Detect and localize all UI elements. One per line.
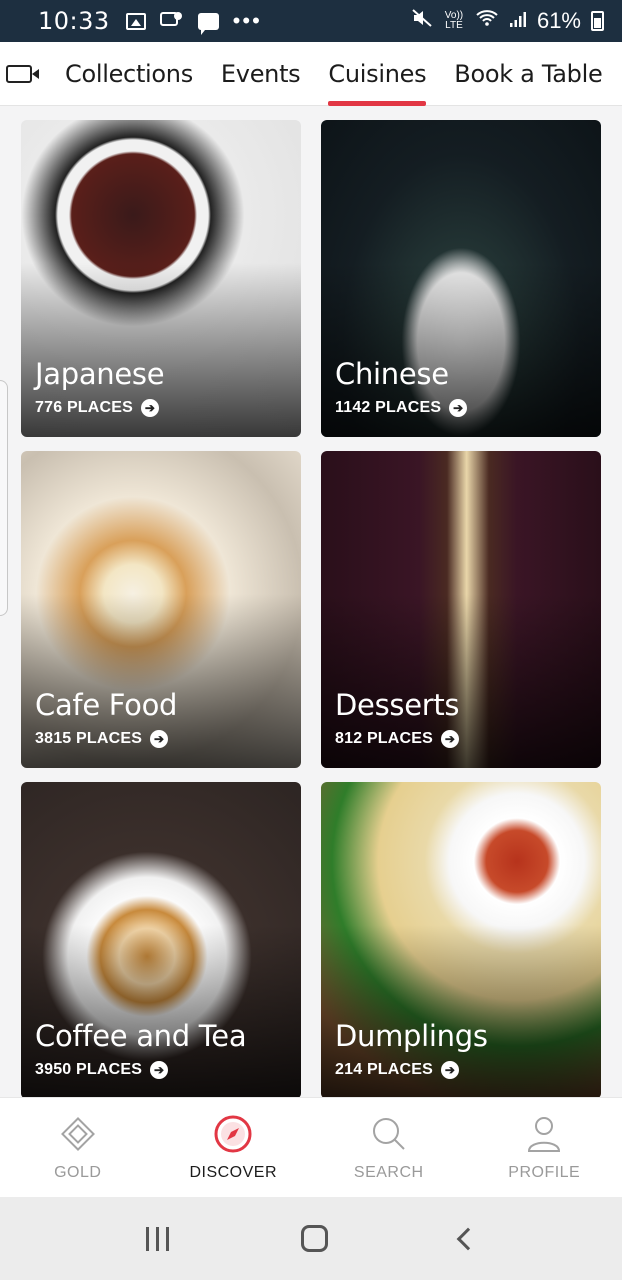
nav-discover[interactable]: DISCOVER — [156, 1098, 312, 1197]
places-count: 1142 PLACES ➔ — [335, 399, 468, 417]
status-time: 10:33 — [38, 7, 110, 35]
mute-icon — [411, 8, 433, 34]
places-label: 812 PLACES — [335, 730, 434, 747]
places-count: 214 PLACES ➔ — [335, 1061, 460, 1079]
cuisine-title: Dumplings — [335, 1019, 488, 1053]
system-nav-bar — [0, 1197, 622, 1280]
gold-icon — [58, 1114, 98, 1154]
cuisine-title: Coffee and Tea — [35, 1019, 247, 1053]
compass-icon — [213, 1114, 253, 1154]
volte-label: Vo)) LTE — [444, 10, 464, 31]
cuisine-card-cafe-food[interactable]: Cafe Food 3815 PLACES ➔ — [21, 451, 301, 768]
arrow-right-icon: ➔ — [441, 1061, 460, 1079]
home-icon[interactable] — [301, 1225, 328, 1252]
message-icon — [197, 12, 219, 35]
places-label: 214 PLACES — [335, 1061, 434, 1078]
screen: 10:33 ••• Vo)) LTE 61% Collections Event… — [0, 0, 622, 1280]
battery-icon — [591, 11, 604, 31]
tab-cuisines[interactable]: Cuisines — [314, 42, 440, 106]
tab-collections[interactable]: Collections — [38, 42, 207, 106]
tab-events[interactable]: Events — [207, 42, 314, 106]
places-label: 776 PLACES — [35, 399, 134, 416]
arrow-right-icon: ➔ — [150, 730, 169, 748]
recents-icon[interactable] — [146, 1226, 169, 1251]
bottom-nav: GOLD DISCOVER SEARCH PROFILE — [0, 1097, 622, 1197]
arrow-right-icon: ➔ — [449, 399, 468, 417]
profile-icon — [524, 1114, 564, 1154]
nav-gold[interactable]: GOLD — [0, 1098, 156, 1197]
cuisine-card-coffee-and-tea[interactable]: Coffee and Tea 3950 PLACES ➔ — [21, 782, 301, 1099]
volte-icon: Vo)) LTE — [443, 11, 465, 31]
places-count: 3815 PLACES ➔ — [35, 730, 169, 748]
status-bar: 10:33 ••• Vo)) LTE 61% — [0, 0, 622, 42]
arrow-right-icon: ➔ — [141, 399, 160, 417]
nav-label: GOLD — [54, 1164, 102, 1181]
arrow-right-icon: ➔ — [150, 1061, 169, 1079]
cuisine-title: Chinese — [335, 357, 449, 391]
cuisine-grid: Japanese 776 PLACES ➔ Chinese 1142 PLACE… — [21, 120, 601, 1099]
cuisine-title: Cafe Food — [35, 688, 178, 722]
wifi-icon — [475, 8, 499, 34]
nav-label: DISCOVER — [189, 1164, 278, 1181]
top-tabs: Collections Events Cuisines Book a Table — [0, 42, 622, 106]
battery-percent: 61% — [536, 8, 581, 33]
nav-profile[interactable]: PROFILE — [467, 1098, 622, 1197]
status-icons-right: Vo)) LTE 61% — [411, 8, 604, 34]
places-count: 3950 PLACES ➔ — [35, 1061, 169, 1079]
cuisine-card-chinese[interactable]: Chinese 1142 PLACES ➔ — [321, 120, 601, 437]
video-icon[interactable] — [6, 64, 39, 83]
cuisine-card-desserts[interactable]: Desserts 812 PLACES ➔ — [321, 451, 601, 768]
nav-label: SEARCH — [353, 1164, 424, 1181]
more-dots-icon: ••• — [232, 8, 262, 33]
back-icon[interactable] — [456, 1227, 480, 1250]
places-count: 812 PLACES ➔ — [335, 730, 460, 748]
cuisine-title: Japanese — [35, 357, 165, 391]
nav-label: PROFILE — [508, 1164, 581, 1181]
cuisine-card-japanese[interactable]: Japanese 776 PLACES ➔ — [21, 120, 301, 437]
places-label: 1142 PLACES — [335, 399, 442, 416]
arrow-right-icon: ➔ — [441, 730, 460, 748]
image-icon — [125, 12, 146, 30]
places-label: 3815 PLACES — [35, 730, 143, 747]
search-icon — [369, 1114, 409, 1154]
edge-panel-handle[interactable] — [0, 380, 8, 616]
notification-icon — [159, 10, 184, 33]
places-label: 3950 PLACES — [35, 1061, 143, 1078]
cuisine-card-dumplings[interactable]: Dumplings 214 PLACES ➔ — [321, 782, 601, 1099]
tab-book-a-table[interactable]: Book a Table — [440, 42, 616, 106]
places-count: 776 PLACES ➔ — [35, 399, 160, 417]
status-icons-left: ••• — [125, 8, 262, 35]
signal-icon — [509, 8, 527, 34]
nav-search[interactable]: SEARCH — [311, 1098, 467, 1197]
cuisine-title: Desserts — [335, 688, 460, 722]
